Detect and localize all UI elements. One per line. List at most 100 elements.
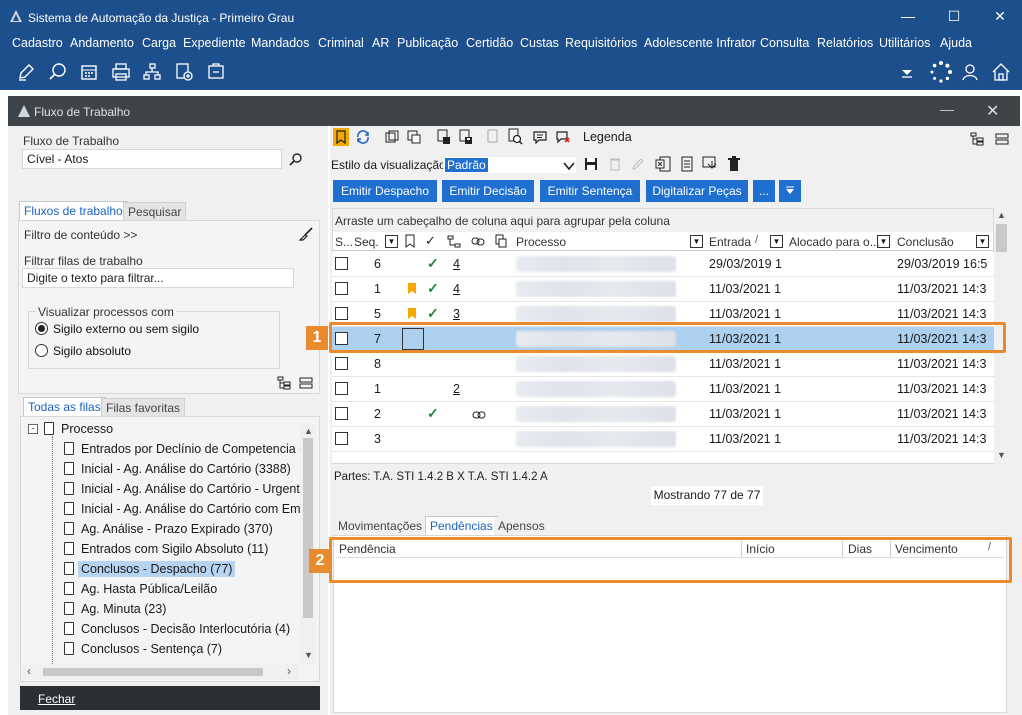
col-status[interactable]: S... bbox=[335, 235, 353, 249]
col-check-icon[interactable]: ✓ bbox=[425, 233, 436, 249]
grid-scroll-up-icon[interactable]: ▲ bbox=[997, 210, 1006, 220]
table-row[interactable]: 2 ✓ 11/03/2021 1 11/03/2021 14:3 bbox=[332, 402, 994, 427]
fechar-button[interactable]: Fechar bbox=[20, 686, 320, 710]
refresh-icon[interactable] bbox=[356, 130, 370, 144]
scroll-right-icon[interactable]: › bbox=[287, 664, 291, 678]
process-number-redacted[interactable] bbox=[516, 381, 676, 397]
emitir-despacho-button[interactable]: Emitir Despacho bbox=[333, 180, 437, 202]
row-checkbox[interactable] bbox=[335, 357, 348, 370]
col-hierarchy-icon[interactable] bbox=[447, 235, 461, 248]
expand-all-icon[interactable] bbox=[970, 132, 984, 146]
printer-icon[interactable] bbox=[111, 62, 131, 82]
add-document-icon[interactable] bbox=[174, 62, 194, 82]
close-button[interactable]: ✕ bbox=[990, 8, 1010, 25]
save-icon[interactable] bbox=[584, 157, 598, 171]
hierarchy-icon[interactable] bbox=[142, 62, 162, 82]
tab-apensos[interactable]: Apensos bbox=[494, 517, 549, 535]
scroll-down-icon[interactable]: ▼ bbox=[304, 650, 313, 660]
menu-requisitorios[interactable]: Requisitórios bbox=[565, 36, 637, 50]
calendar-icon[interactable] bbox=[79, 62, 99, 82]
export-document-icon[interactable] bbox=[702, 156, 718, 172]
menu-ajuda[interactable]: Ajuda bbox=[940, 36, 972, 50]
tree-item[interactable]: Inicial - Ag. Análise do Cartório com Em… bbox=[64, 499, 300, 519]
menu-adolescente-infrator[interactable]: Adolescente Infrator bbox=[644, 36, 756, 50]
tree-scroll-thumb[interactable] bbox=[303, 438, 313, 618]
col-conclusao-filter-icon[interactable]: ▼ bbox=[976, 235, 989, 248]
fluxo-field[interactable]: Cível - Atos bbox=[22, 149, 282, 169]
emitir-decisao-button[interactable]: Emitir Decisão bbox=[442, 180, 534, 202]
radio-sigilo-externo[interactable] bbox=[35, 322, 48, 335]
col-link-icon[interactable] bbox=[471, 236, 485, 247]
tree-item[interactable]: Ag. Hasta Pública/Leilão bbox=[64, 579, 217, 599]
inner-minimize-button[interactable]: — bbox=[940, 101, 954, 117]
process-number-redacted[interactable] bbox=[516, 431, 676, 447]
radio-sigilo-externo-label[interactable]: Sigilo externo ou sem sigilo bbox=[53, 322, 199, 336]
tree-item[interactable]: Entrados com Sigilo Absoluto (11) bbox=[64, 539, 268, 559]
minimize-button[interactable]: — bbox=[898, 8, 918, 24]
col-processo-filter-icon[interactable]: ▼ bbox=[690, 235, 703, 248]
menu-utilitarios[interactable]: Utilitários bbox=[879, 36, 930, 50]
col-document-icon[interactable] bbox=[495, 234, 507, 248]
scroll-up-icon[interactable]: ▲ bbox=[304, 426, 313, 436]
col-alocado[interactable]: Alocado para o... bbox=[789, 235, 880, 249]
tree-item[interactable]: Entrados por Declínio de Competencia - T bbox=[64, 439, 300, 459]
paste-icon[interactable] bbox=[407, 130, 421, 144]
tab-filas-favoritas[interactable]: Filas favoritas bbox=[101, 398, 186, 417]
row-checkbox[interactable] bbox=[335, 282, 348, 295]
menu-andamento[interactable]: Andamento bbox=[70, 36, 134, 50]
menu-certidao[interactable]: Certidão bbox=[466, 36, 513, 50]
search-icon[interactable] bbox=[289, 152, 303, 166]
search-document-icon[interactable] bbox=[48, 62, 68, 82]
table-row[interactable]: 1 ✓ 4 11/03/2021 1 11/03/2021 14:3 bbox=[332, 277, 994, 302]
row-checkbox[interactable] bbox=[335, 382, 348, 395]
trash-icon[interactable] bbox=[727, 156, 741, 172]
tab-fluxos-de-trabalho[interactable]: Fluxos de trabalho bbox=[19, 201, 128, 220]
copy-icon[interactable] bbox=[385, 130, 399, 144]
radio-sigilo-absoluto[interactable] bbox=[35, 344, 48, 357]
menu-mandados[interactable]: Mandados bbox=[251, 36, 309, 50]
process-number-redacted[interactable] bbox=[516, 406, 676, 422]
menu-relatorios[interactable]: Relatórios bbox=[817, 36, 873, 50]
menu-criminal[interactable]: Criminal bbox=[318, 36, 364, 50]
menu-expediente[interactable]: Expediente bbox=[183, 36, 246, 50]
process-number-redacted[interactable] bbox=[516, 281, 676, 297]
save-document-icon[interactable] bbox=[459, 129, 473, 145]
tree-root-processo[interactable]: Processo bbox=[44, 419, 113, 439]
row-link-count[interactable]: 4 bbox=[453, 257, 460, 271]
filtrar-input[interactable]: Digite o texto para filtrar... bbox=[22, 268, 294, 288]
col-bookmark-icon[interactable] bbox=[405, 234, 415, 248]
document-list-icon[interactable] bbox=[680, 156, 694, 172]
digitalizar-pecas-button[interactable]: Digitalizar Peças bbox=[646, 180, 748, 202]
col-conclusao[interactable]: Conclusão bbox=[897, 235, 954, 249]
menu-cadastro[interactable]: Cadastro bbox=[12, 36, 63, 50]
process-number-redacted[interactable] bbox=[516, 256, 676, 272]
collapse-tree-icon[interactable] bbox=[299, 376, 313, 390]
process-number-redacted[interactable] bbox=[516, 356, 676, 372]
flag-toggle-icon[interactable] bbox=[333, 128, 349, 146]
row-link-count[interactable]: 3 bbox=[453, 307, 460, 321]
scroll-left-icon[interactable]: ‹ bbox=[27, 664, 31, 678]
grid-scroll-thumb[interactable] bbox=[996, 224, 1007, 252]
tab-pendencias[interactable]: Pendências bbox=[425, 516, 498, 535]
tab-todas-as-filas[interactable]: Todas as filas bbox=[23, 397, 106, 416]
collapse-all-icon[interactable] bbox=[995, 132, 1009, 146]
menu-ar[interactable]: AR bbox=[372, 36, 389, 50]
process-number-redacted[interactable] bbox=[516, 306, 676, 322]
col-entrada[interactable]: Entrada bbox=[709, 235, 751, 249]
more-actions-button[interactable]: ... bbox=[753, 180, 775, 202]
edit-icon[interactable] bbox=[16, 62, 36, 82]
menu-carga[interactable]: Carga bbox=[142, 36, 176, 50]
actions-menu-button[interactable] bbox=[779, 180, 801, 202]
row-checkbox[interactable] bbox=[335, 407, 348, 420]
users-icon[interactable] bbox=[961, 62, 981, 82]
table-row[interactable]: 6 ✓ 4 29/03/2019 1 29/03/2019 16:5 bbox=[332, 252, 994, 277]
tree-scrollbar[interactable]: ▲ ▼ bbox=[300, 424, 316, 664]
tree-item[interactable]: Conclusos - Despacho (77) bbox=[64, 559, 236, 579]
tree-hscrollbar[interactable]: ‹ › bbox=[21, 664, 299, 680]
legenda-label[interactable]: Legenda bbox=[583, 130, 632, 144]
inner-close-button[interactable]: ✕ bbox=[986, 101, 999, 121]
table-row[interactable]: 1 2 11/03/2021 1 11/03/2021 14:3 bbox=[332, 377, 994, 402]
delete-comment-icon[interactable] bbox=[556, 130, 570, 144]
tab-pesquisar[interactable]: Pesquisar bbox=[123, 202, 187, 221]
collapse-toggle[interactable]: - bbox=[28, 424, 38, 434]
